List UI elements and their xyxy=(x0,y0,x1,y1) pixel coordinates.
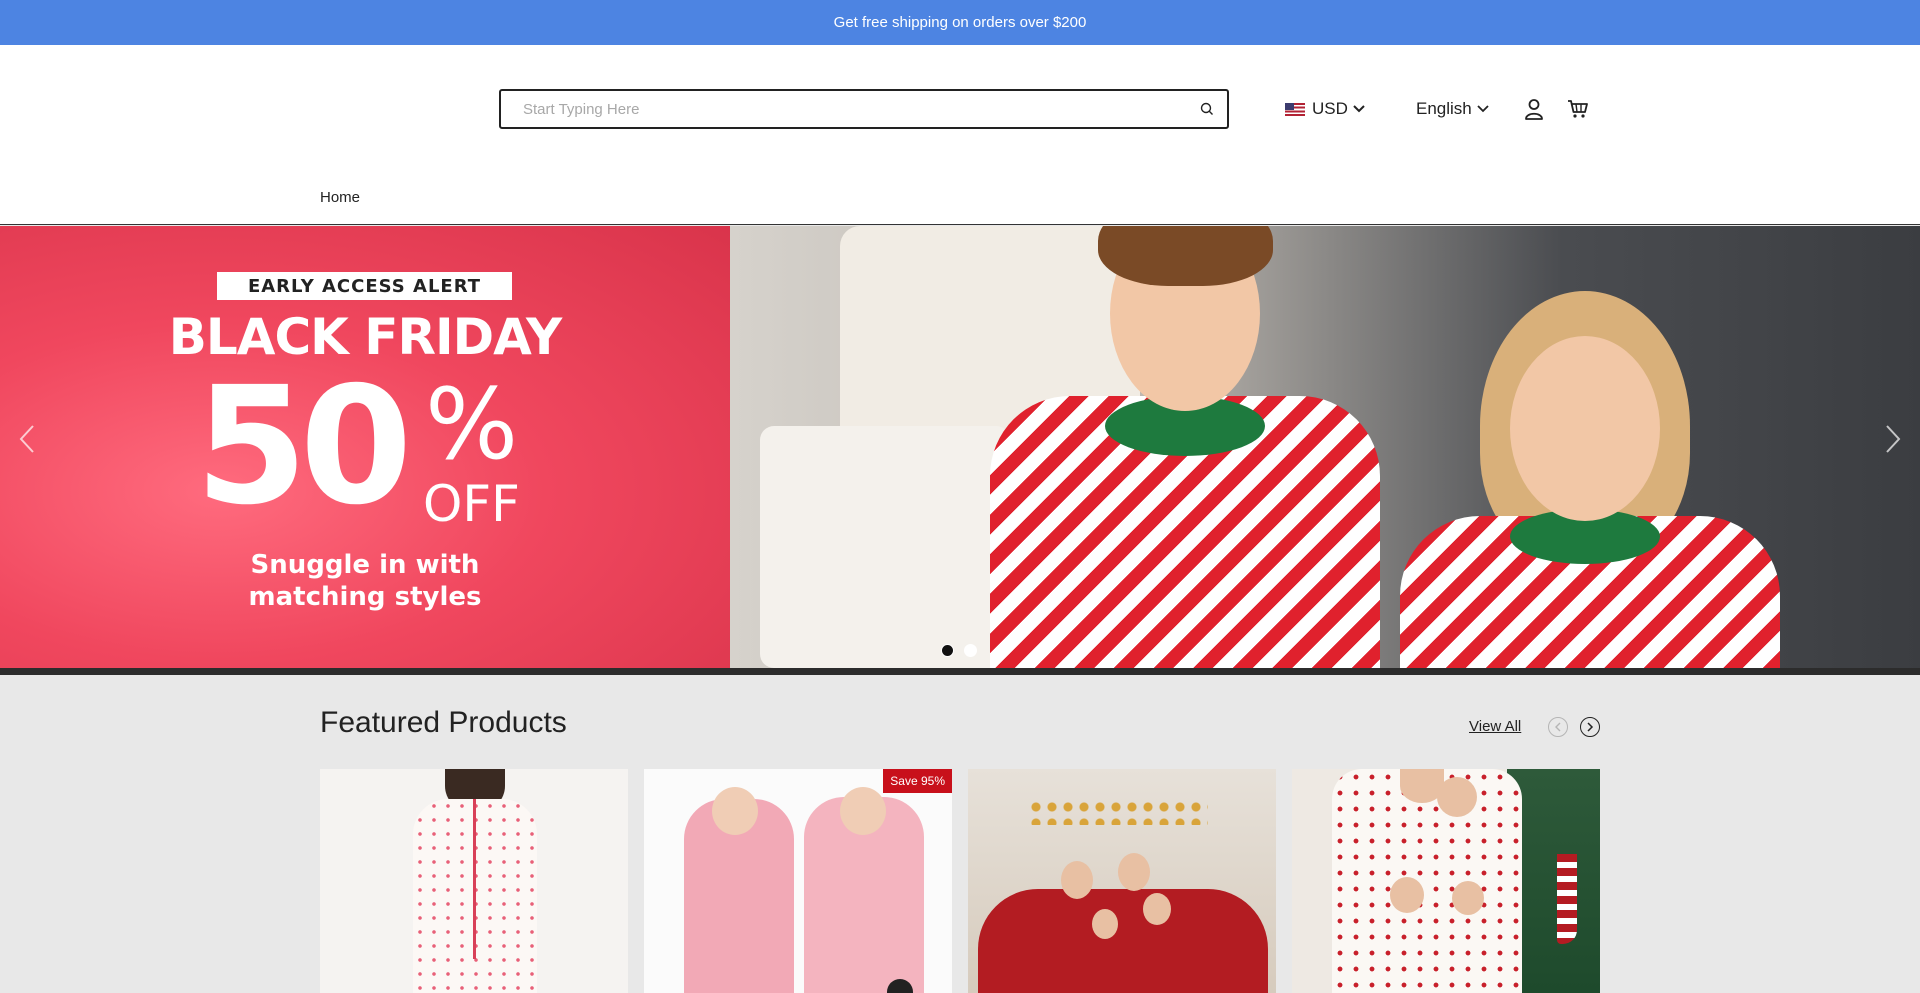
currency-selector[interactable]: USD xyxy=(1285,99,1365,119)
hero-photo-girl xyxy=(1380,226,1800,668)
product-card[interactable] xyxy=(968,769,1276,993)
slide-prev-arrow-icon[interactable] xyxy=(12,414,42,464)
account-icon[interactable] xyxy=(1522,97,1546,121)
language-selector[interactable]: English xyxy=(1416,99,1489,119)
nav-item-home[interactable]: Home xyxy=(320,189,360,206)
sale-badge: Save 95% xyxy=(883,769,952,793)
hero-photo-boy xyxy=(960,226,1420,668)
search-box xyxy=(499,89,1229,129)
search-input[interactable] xyxy=(501,91,1187,127)
promo-tagline: Snuggle in with matching styles xyxy=(248,550,482,612)
language-label: English xyxy=(1416,99,1472,118)
product-card[interactable] xyxy=(320,769,628,993)
site-header: USD English Home xyxy=(0,45,1920,225)
chevron-down-icon xyxy=(1353,105,1365,113)
carousel-prev-icon[interactable] xyxy=(1548,717,1568,737)
slide-dots xyxy=(941,644,977,657)
slide-dot-2[interactable] xyxy=(964,644,977,657)
announcement-bar: Get free shipping on orders over $200 xyxy=(0,0,1920,45)
discount-off: OFF xyxy=(423,475,520,533)
hero-divider xyxy=(0,668,1920,675)
product-card[interactable]: Save 95% xyxy=(644,769,952,993)
announcement-text: Get free shipping on orders over $200 xyxy=(833,14,1087,31)
hero-slideshow: EARLY ACCESS ALERT BLACK FRIDAY 50 % OFF… xyxy=(0,226,1920,668)
carousel-next-icon[interactable] xyxy=(1580,717,1600,737)
discount-percent: % xyxy=(425,368,519,482)
search-icon[interactable] xyxy=(1187,91,1227,127)
chevron-down-icon xyxy=(1477,105,1489,113)
featured-products-title: Featured Products xyxy=(320,706,567,739)
discount-number: 50 xyxy=(195,353,412,541)
slide-next-arrow-icon[interactable] xyxy=(1878,414,1908,464)
slide-dot-1[interactable] xyxy=(941,644,954,657)
us-flag-icon xyxy=(1285,102,1305,116)
cart-icon[interactable] xyxy=(1566,97,1590,121)
view-all-link[interactable]: View All xyxy=(1469,718,1521,735)
early-access-label: EARLY ACCESS ALERT xyxy=(217,272,512,300)
product-card[interactable] xyxy=(1292,769,1600,993)
promo-banner: EARLY ACCESS ALERT BLACK FRIDAY 50 % OFF… xyxy=(0,226,730,668)
currency-label: USD xyxy=(1312,99,1348,118)
